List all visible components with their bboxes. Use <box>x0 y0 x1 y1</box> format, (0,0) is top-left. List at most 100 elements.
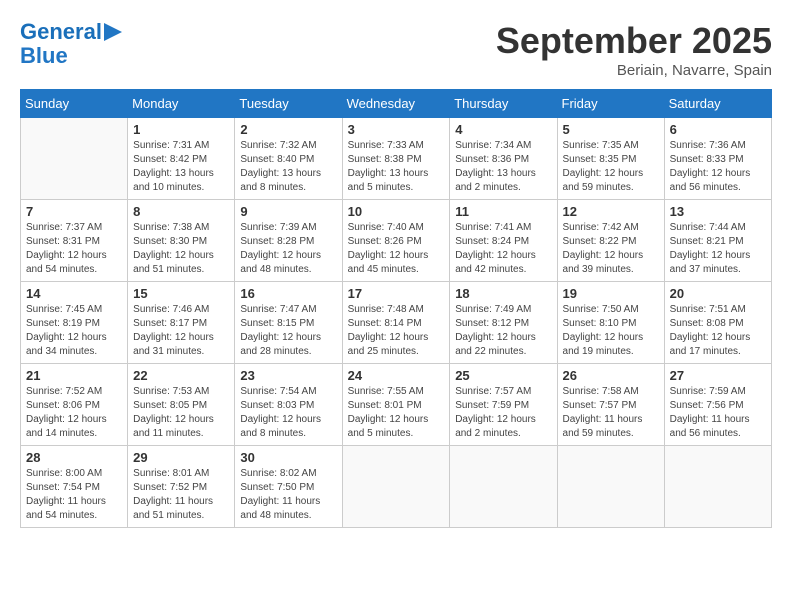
weekday-header-thursday: Thursday <box>450 90 557 118</box>
daylight-text: Daylight: 12 hours and 8 minutes. <box>240 414 321 439</box>
weekday-header-monday: Monday <box>128 90 235 118</box>
day-info: Sunrise: 7:38 AM Sunset: 8:30 PM Dayligh… <box>133 221 229 277</box>
sunrise-text: Sunrise: 8:02 AM <box>240 468 316 479</box>
sunset-text: Sunset: 8:01 PM <box>348 400 422 411</box>
day-info: Sunrise: 7:59 AM Sunset: 7:56 PM Dayligh… <box>670 385 766 441</box>
sunrise-text: Sunrise: 7:38 AM <box>133 222 209 233</box>
sunset-text: Sunset: 8:17 PM <box>133 318 207 329</box>
sunrise-text: Sunrise: 7:55 AM <box>348 386 424 397</box>
daylight-text: Daylight: 12 hours and 2 minutes. <box>455 414 536 439</box>
calendar-cell <box>342 446 450 528</box>
calendar-week-row: 21 Sunrise: 7:52 AM Sunset: 8:06 PM Dayl… <box>21 364 772 446</box>
day-info: Sunrise: 8:02 AM Sunset: 7:50 PM Dayligh… <box>240 467 336 523</box>
daylight-text: Daylight: 12 hours and 11 minutes. <box>133 414 214 439</box>
sunrise-text: Sunrise: 7:46 AM <box>133 304 209 315</box>
calendar-week-row: 1 Sunrise: 7:31 AM Sunset: 8:42 PM Dayli… <box>21 118 772 200</box>
sunset-text: Sunset: 7:56 PM <box>670 400 744 411</box>
sunset-text: Sunset: 8:24 PM <box>455 236 529 247</box>
weekday-header-wednesday: Wednesday <box>342 90 450 118</box>
day-number: 2 <box>240 122 336 137</box>
sunrise-text: Sunrise: 7:50 AM <box>563 304 639 315</box>
sunrise-text: Sunrise: 7:32 AM <box>240 140 316 151</box>
daylight-text: Daylight: 12 hours and 56 minutes. <box>670 168 751 193</box>
day-info: Sunrise: 7:52 AM Sunset: 8:06 PM Dayligh… <box>26 385 122 441</box>
calendar-cell: 4 Sunrise: 7:34 AM Sunset: 8:36 PM Dayli… <box>450 118 557 200</box>
sunset-text: Sunset: 8:36 PM <box>455 154 529 165</box>
day-number: 8 <box>133 204 229 219</box>
calendar-cell: 20 Sunrise: 7:51 AM Sunset: 8:08 PM Dayl… <box>664 282 771 364</box>
weekday-header-sunday: Sunday <box>21 90 128 118</box>
weekday-header-tuesday: Tuesday <box>235 90 342 118</box>
sunrise-text: Sunrise: 7:48 AM <box>348 304 424 315</box>
sunrise-text: Sunrise: 7:36 AM <box>670 140 746 151</box>
day-number: 12 <box>563 204 659 219</box>
day-number: 13 <box>670 204 766 219</box>
sunrise-text: Sunrise: 7:47 AM <box>240 304 316 315</box>
sunset-text: Sunset: 7:52 PM <box>133 482 207 493</box>
calendar-cell: 22 Sunrise: 7:53 AM Sunset: 8:05 PM Dayl… <box>128 364 235 446</box>
weekday-header-row: SundayMondayTuesdayWednesdayThursdayFrid… <box>21 90 772 118</box>
daylight-text: Daylight: 11 hours and 51 minutes. <box>133 496 213 521</box>
day-info: Sunrise: 7:40 AM Sunset: 8:26 PM Dayligh… <box>348 221 445 277</box>
daylight-text: Daylight: 12 hours and 54 minutes. <box>26 250 107 275</box>
calendar-cell: 9 Sunrise: 7:39 AM Sunset: 8:28 PM Dayli… <box>235 200 342 282</box>
sunset-text: Sunset: 8:10 PM <box>563 318 637 329</box>
page-header: General Blue September 2025 Beriain, Nav… <box>20 20 772 79</box>
sunset-text: Sunset: 8:06 PM <box>26 400 100 411</box>
calendar-week-row: 28 Sunrise: 8:00 AM Sunset: 7:54 PM Dayl… <box>21 446 772 528</box>
month-title: September 2025 <box>496 20 772 62</box>
calendar-cell: 28 Sunrise: 8:00 AM Sunset: 7:54 PM Dayl… <box>21 446 128 528</box>
day-number: 24 <box>348 368 445 383</box>
weekday-header-friday: Friday <box>557 90 664 118</box>
daylight-text: Daylight: 12 hours and 19 minutes. <box>563 332 644 357</box>
sunrise-text: Sunrise: 7:53 AM <box>133 386 209 397</box>
sunset-text: Sunset: 8:03 PM <box>240 400 314 411</box>
calendar-cell: 18 Sunrise: 7:49 AM Sunset: 8:12 PM Dayl… <box>450 282 557 364</box>
calendar-cell: 25 Sunrise: 7:57 AM Sunset: 7:59 PM Dayl… <box>450 364 557 446</box>
calendar-cell: 30 Sunrise: 8:02 AM Sunset: 7:50 PM Dayl… <box>235 446 342 528</box>
sunset-text: Sunset: 8:19 PM <box>26 318 100 329</box>
sunset-text: Sunset: 7:57 PM <box>563 400 637 411</box>
day-info: Sunrise: 7:33 AM Sunset: 8:38 PM Dayligh… <box>348 139 445 195</box>
sunrise-text: Sunrise: 7:57 AM <box>455 386 531 397</box>
daylight-text: Daylight: 12 hours and 17 minutes. <box>670 332 751 357</box>
calendar-cell: 3 Sunrise: 7:33 AM Sunset: 8:38 PM Dayli… <box>342 118 450 200</box>
sunrise-text: Sunrise: 7:40 AM <box>348 222 424 233</box>
day-number: 28 <box>26 450 122 465</box>
day-number: 9 <box>240 204 336 219</box>
day-info: Sunrise: 7:35 AM Sunset: 8:35 PM Dayligh… <box>563 139 659 195</box>
logo-text-general: General <box>20 20 102 44</box>
day-info: Sunrise: 7:31 AM Sunset: 8:42 PM Dayligh… <box>133 139 229 195</box>
day-number: 4 <box>455 122 551 137</box>
day-number: 29 <box>133 450 229 465</box>
calendar-cell: 2 Sunrise: 7:32 AM Sunset: 8:40 PM Dayli… <box>235 118 342 200</box>
day-info: Sunrise: 7:54 AM Sunset: 8:03 PM Dayligh… <box>240 385 336 441</box>
sunset-text: Sunset: 8:26 PM <box>348 236 422 247</box>
daylight-text: Daylight: 12 hours and 22 minutes. <box>455 332 536 357</box>
calendar-cell <box>557 446 664 528</box>
day-info: Sunrise: 7:36 AM Sunset: 8:33 PM Dayligh… <box>670 139 766 195</box>
daylight-text: Daylight: 13 hours and 10 minutes. <box>133 168 214 193</box>
day-info: Sunrise: 7:48 AM Sunset: 8:14 PM Dayligh… <box>348 303 445 359</box>
calendar-cell: 24 Sunrise: 7:55 AM Sunset: 8:01 PM Dayl… <box>342 364 450 446</box>
calendar-cell: 26 Sunrise: 7:58 AM Sunset: 7:57 PM Dayl… <box>557 364 664 446</box>
day-info: Sunrise: 7:32 AM Sunset: 8:40 PM Dayligh… <box>240 139 336 195</box>
sunrise-text: Sunrise: 7:44 AM <box>670 222 746 233</box>
daylight-text: Daylight: 12 hours and 39 minutes. <box>563 250 644 275</box>
sunrise-text: Sunrise: 7:42 AM <box>563 222 639 233</box>
calendar-cell: 8 Sunrise: 7:38 AM Sunset: 8:30 PM Dayli… <box>128 200 235 282</box>
logo: General Blue <box>20 20 122 68</box>
day-number: 27 <box>670 368 766 383</box>
day-number: 7 <box>26 204 122 219</box>
day-number: 18 <box>455 286 551 301</box>
day-number: 14 <box>26 286 122 301</box>
calendar-cell: 27 Sunrise: 7:59 AM Sunset: 7:56 PM Dayl… <box>664 364 771 446</box>
day-info: Sunrise: 7:44 AM Sunset: 8:21 PM Dayligh… <box>670 221 766 277</box>
calendar-cell: 16 Sunrise: 7:47 AM Sunset: 8:15 PM Dayl… <box>235 282 342 364</box>
calendar-cell: 7 Sunrise: 7:37 AM Sunset: 8:31 PM Dayli… <box>21 200 128 282</box>
sunset-text: Sunset: 8:31 PM <box>26 236 100 247</box>
sunset-text: Sunset: 8:28 PM <box>240 236 314 247</box>
title-area: September 2025 Beriain, Navarre, Spain <box>496 20 772 79</box>
sunrise-text: Sunrise: 7:34 AM <box>455 140 531 151</box>
calendar-cell: 11 Sunrise: 7:41 AM Sunset: 8:24 PM Dayl… <box>450 200 557 282</box>
